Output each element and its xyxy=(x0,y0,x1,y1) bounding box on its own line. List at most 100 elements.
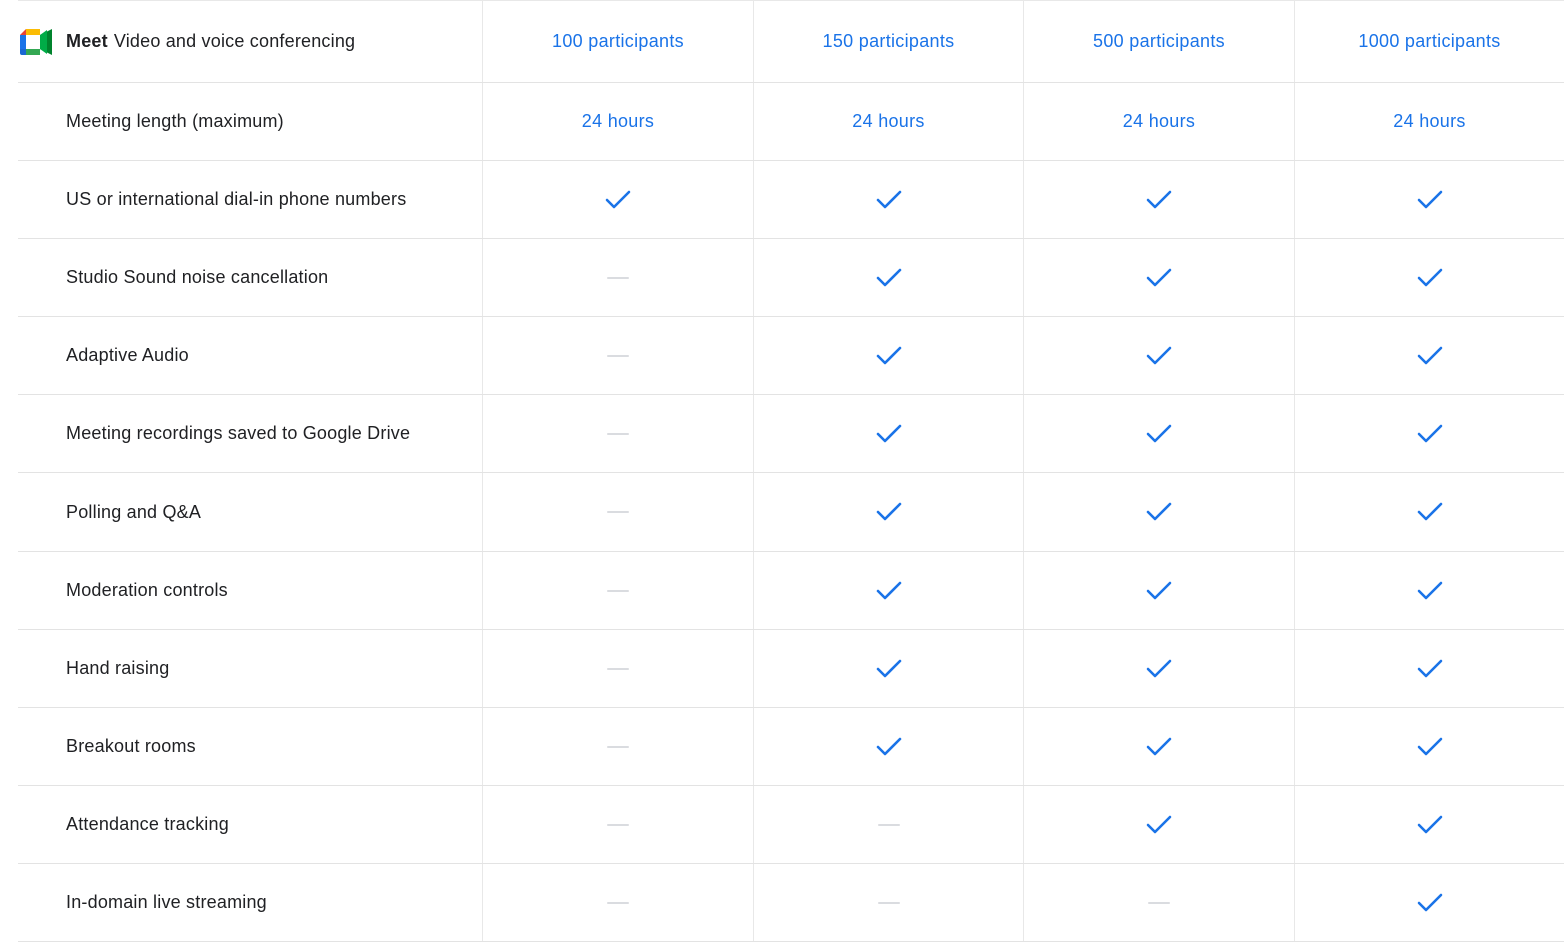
availability-cell xyxy=(1294,161,1564,238)
availability-cell xyxy=(482,552,753,629)
availability-cell xyxy=(1023,239,1294,316)
checkmark-icon xyxy=(1146,659,1172,679)
plan-header-1: 100 participants xyxy=(482,1,753,82)
availability-cell xyxy=(753,630,1023,707)
feature-row: Attendance tracking xyxy=(18,786,1564,864)
availability-cell xyxy=(753,786,1023,863)
duration-text: 24 hours xyxy=(581,111,655,131)
checkmark-icon xyxy=(1146,502,1172,522)
availability-cell xyxy=(1294,395,1564,472)
availability-cell xyxy=(482,708,753,785)
dash-icon xyxy=(877,901,900,904)
checkmark-icon xyxy=(1146,190,1172,210)
availability-cell xyxy=(482,473,753,551)
feature-label: Attendance tracking xyxy=(66,814,229,834)
availability-cell xyxy=(1294,864,1564,941)
availability-cell xyxy=(753,552,1023,629)
feature-row: Meeting recordings saved to Google Drive xyxy=(18,395,1564,473)
checkmark-icon xyxy=(876,502,902,522)
dash-icon xyxy=(607,354,629,357)
checkmark-icon xyxy=(1417,737,1443,757)
dash-icon xyxy=(607,745,629,748)
checkmark-icon xyxy=(876,737,902,757)
checkmark-icon xyxy=(1417,190,1443,210)
meeting-length-value: 24 hours xyxy=(1023,83,1294,160)
checkmark-icon xyxy=(876,659,902,679)
availability-cell xyxy=(1023,395,1294,472)
checkmark-icon xyxy=(1417,815,1443,835)
availability-cell xyxy=(1294,239,1564,316)
availability-cell xyxy=(482,864,753,941)
availability-cell xyxy=(1023,473,1294,551)
availability-cell xyxy=(482,317,753,394)
availability-cell xyxy=(753,708,1023,785)
checkmark-icon xyxy=(1146,424,1172,444)
availability-cell xyxy=(1294,552,1564,629)
checkmark-icon xyxy=(1417,659,1443,679)
feature-row: In-domain live streaming xyxy=(18,864,1564,942)
feature-label: Breakout rooms xyxy=(66,736,196,756)
feature-row: Hand raising xyxy=(18,630,1564,708)
checkmark-icon xyxy=(1417,502,1443,522)
feature-rows: US or international dial-in phone number… xyxy=(18,161,1564,942)
checkmark-icon xyxy=(876,268,902,288)
availability-cell xyxy=(482,786,753,863)
availability-cell xyxy=(753,239,1023,316)
availability-cell xyxy=(1023,630,1294,707)
availability-cell xyxy=(482,239,753,316)
plan-label: 150 participants xyxy=(822,31,955,51)
availability-cell xyxy=(482,161,753,238)
plan-header-3: 500 participants xyxy=(1023,1,1294,82)
checkmark-icon xyxy=(1417,424,1443,444)
availability-cell xyxy=(482,395,753,472)
checkmark-icon xyxy=(1146,346,1172,366)
availability-cell xyxy=(1023,786,1294,863)
checkmark-icon xyxy=(1146,268,1172,288)
plan-label: 1000 participants xyxy=(1358,31,1501,51)
feature-label: Meeting length (maximum) xyxy=(66,111,284,131)
dash-icon xyxy=(1148,901,1170,904)
availability-cell xyxy=(1023,317,1294,394)
product-name: Meet xyxy=(66,31,108,51)
feature-label: Meeting recordings saved to Google Drive xyxy=(66,423,411,443)
dash-icon xyxy=(607,901,629,904)
availability-cell xyxy=(1023,864,1294,941)
checkmark-icon xyxy=(1146,581,1172,601)
meeting-length-row: Meeting length (maximum) 24 hours 24 hou… xyxy=(18,83,1564,161)
plan-label: 500 participants xyxy=(1093,31,1225,51)
checkmark-icon xyxy=(1417,346,1443,366)
feature-row: Studio Sound noise cancellation xyxy=(18,239,1564,317)
feature-label: Studio Sound noise cancellation xyxy=(66,267,329,287)
dash-icon xyxy=(877,823,900,826)
availability-cell xyxy=(1294,630,1564,707)
checkmark-icon xyxy=(1146,737,1172,757)
checkmark-icon xyxy=(1417,893,1443,913)
duration-text: 24 hours xyxy=(1122,111,1196,131)
feature-row: Adaptive Audio xyxy=(18,317,1564,395)
header-row: Meet Video and voice conferencing 100 pa… xyxy=(18,0,1564,83)
feature-label: Adaptive Audio xyxy=(66,345,189,365)
google-meet-logo-icon xyxy=(20,28,52,55)
dash-icon xyxy=(607,276,629,279)
availability-cell xyxy=(1294,473,1564,551)
availability-cell xyxy=(753,473,1023,551)
feature-row: Moderation controls xyxy=(18,552,1564,630)
availability-cell xyxy=(753,161,1023,238)
feature-label: Hand raising xyxy=(66,658,170,678)
availability-cell xyxy=(1023,708,1294,785)
checkmark-icon xyxy=(1146,815,1172,835)
checkmark-icon xyxy=(876,346,902,366)
meeting-length-value: 24 hours xyxy=(753,83,1023,160)
availability-cell xyxy=(1294,708,1564,785)
meeting-length-value: 24 hours xyxy=(482,83,753,160)
feature-label: In-domain live streaming xyxy=(66,892,267,912)
feature-row: Polling and Q&A xyxy=(18,473,1564,552)
availability-cell xyxy=(753,395,1023,472)
product-cell: Meet Video and voice conferencing xyxy=(18,1,482,82)
checkmark-icon xyxy=(876,581,902,601)
availability-cell xyxy=(1294,786,1564,863)
feature-label: Moderation controls xyxy=(66,580,228,600)
feature-label: US or international dial-in phone number… xyxy=(66,189,407,209)
plan-header-4: 1000 participants xyxy=(1294,1,1564,82)
feature-label: Polling and Q&A xyxy=(66,501,202,522)
